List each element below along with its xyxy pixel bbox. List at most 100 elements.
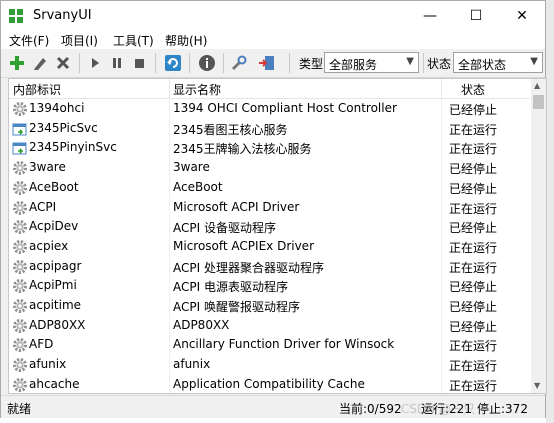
menu-bar: 文件(F) 项目(I) 工具(T) 帮助(H)	[1, 31, 545, 49]
gear-icon	[12, 239, 28, 255]
toolbar-separator	[423, 53, 424, 73]
cell-id: AcpiPmi	[29, 278, 77, 293]
watermark: CSDN @一只	[401, 402, 476, 416]
pause-icon[interactable]	[107, 53, 127, 73]
type-filter-label: 类型	[299, 57, 324, 71]
info-icon[interactable]	[197, 53, 217, 73]
menu-project[interactable]: 项目(I)	[61, 32, 98, 49]
table-row[interactable]: ACPI Microsoft ACPI Driver 正在运行	[9, 198, 530, 218]
tools-wrench-icon[interactable]	[229, 53, 249, 73]
cell-id: AFD	[29, 337, 54, 352]
gear-icon	[12, 278, 28, 294]
app-icon	[9, 9, 24, 24]
cell-id: 3ware	[29, 160, 66, 175]
type-filter-select[interactable]: 全部服务 ▼	[324, 52, 419, 73]
exit-door-icon[interactable]	[257, 53, 277, 73]
cell-name: AceBoot	[173, 179, 223, 194]
status-stopped: 停止:372	[477, 402, 528, 416]
column-header-name[interactable]: 显示名称	[173, 81, 221, 98]
cell-id: 2345PinyinSvc	[29, 140, 117, 155]
toolbar-separator	[223, 53, 224, 73]
toolbar-separator	[189, 53, 190, 73]
cell-status: 已经停止	[449, 221, 498, 236]
close-button[interactable]: ✕	[499, 1, 545, 31]
cell-status: 正在运行	[449, 378, 498, 393]
status-ready: 就绪	[7, 402, 32, 416]
cell-status: 正在运行	[449, 122, 498, 137]
scroll-up-icon[interactable]: ▲	[534, 81, 540, 90]
status-filter-select[interactable]: 全部状态 ▼	[453, 52, 543, 73]
table-row[interactable]: 2345PicSvc 2345看图王核心服务 正在运行	[9, 119, 530, 139]
table-row[interactable]: afunix afunix 正在运行	[9, 355, 530, 375]
chevron-down-icon: ▼	[530, 56, 538, 67]
cell-name: Microsoft ACPIEx Driver	[173, 238, 314, 253]
list-header: 内部标识 显示名称 状态	[9, 79, 530, 99]
start-icon[interactable]	[85, 53, 105, 73]
column-divider[interactable]	[169, 79, 170, 98]
cell-id: acpipagr	[29, 258, 82, 273]
window-title: SrvanyUI	[33, 8, 92, 23]
cell-status: 已经停止	[449, 103, 498, 117]
table-row[interactable]: AcpiPmi ACPI 电源表驱动程序 已经停止	[9, 276, 530, 296]
menu-help[interactable]: 帮助(H)	[165, 32, 207, 49]
cell-status: 正在运行	[449, 201, 498, 216]
column-divider[interactable]	[441, 79, 442, 98]
cell-status: 正在运行	[449, 240, 498, 255]
table-row[interactable]: 3ware 3ware 已经停止	[9, 158, 530, 178]
cell-name: ACPI 设备驱动程序	[173, 221, 276, 236]
column-header-id[interactable]: 内部标识	[13, 81, 61, 98]
column-header-status[interactable]: 状态	[461, 81, 485, 98]
table-row[interactable]: AFD Ancillary Function Driver for Winsock…	[9, 335, 530, 355]
type-filter-value: 全部服务	[329, 58, 378, 72]
cell-status: 已经停止	[449, 300, 498, 314]
gear-icon	[12, 180, 28, 196]
cell-id: acpiex	[29, 238, 69, 253]
stop-icon[interactable]	[129, 53, 149, 73]
table-row[interactable]: ahcache Application Compatibility Cache 正在…	[9, 375, 530, 393]
gear-icon	[12, 259, 28, 275]
maximize-button[interactable]: ☐	[453, 1, 499, 31]
vertical-scrollbar[interactable]: ▲ ▼	[531, 79, 546, 393]
cell-name: Application Compatibility Cache	[173, 376, 365, 391]
menu-file[interactable]: 文件(F)	[9, 32, 49, 49]
edit-pencil-icon[interactable]	[30, 53, 50, 73]
cell-name: 2345王牌输入法核心服务	[173, 142, 312, 157]
cell-status: 已经停止	[449, 181, 498, 196]
scrollbar-thumb[interactable]	[533, 95, 544, 109]
scroll-down-icon[interactable]: ▼	[534, 381, 540, 390]
add-icon[interactable]	[7, 53, 27, 73]
app-window: SrvanyUI — ☐ ✕ 文件(F) 项目(I) 工具(T) 帮助(H) 类…	[0, 0, 547, 418]
table-row[interactable]: acpiex Microsoft ACPIEx Driver 正在运行	[9, 237, 530, 257]
table-row[interactable]: AceBoot AceBoot 已经停止	[9, 178, 530, 198]
cell-name: Microsoft ACPI Driver	[173, 199, 300, 214]
cell-name: afunix	[173, 357, 211, 372]
table-row[interactable]: acpipagr ACPI 处理器聚合器驱动程序 正在运行	[9, 257, 530, 277]
gear-icon	[12, 318, 28, 334]
cell-status: 正在运行	[449, 260, 498, 275]
toolbar-separator	[155, 53, 156, 73]
cell-status: 正在运行	[449, 339, 498, 354]
cell-id: afunix	[29, 357, 67, 372]
refresh-icon[interactable]	[163, 53, 183, 73]
table-row[interactable]: 1394ohci 1394 OHCI Compliant Host Control…	[9, 99, 530, 119]
cell-status: 正在运行	[449, 142, 498, 157]
cell-name: ACPI 处理器聚合器驱动程序	[173, 260, 324, 275]
menu-tools[interactable]: 工具(T)	[113, 32, 154, 49]
cell-id: 2345PicSvc	[29, 120, 98, 135]
cell-name: 2345看图王核心服务	[173, 122, 288, 137]
cell-id: acpitime	[29, 298, 82, 312]
minimize-button[interactable]: —	[407, 1, 453, 31]
service-app-icon	[12, 121, 28, 137]
table-row[interactable]: ADP80XX ADP80XX 已经停止	[9, 316, 530, 336]
table-row[interactable]: AcpiDev ACPI 设备驱动程序 已经停止	[9, 217, 530, 237]
gear-icon	[12, 219, 28, 235]
table-row[interactable]: 2345PinyinSvc 2345王牌输入法核心服务 正在运行	[9, 138, 530, 158]
cell-name: 1394 OHCI Compliant Host Controller	[173, 101, 397, 115]
status-current: 当前:0/592	[339, 402, 402, 416]
service-app-icon	[12, 140, 28, 156]
delete-icon[interactable]	[53, 53, 73, 73]
cell-name: Ancillary Function Driver for Winsock	[173, 337, 395, 352]
table-row[interactable]: acpitime ACPI 唤醒警报驱动程序 已经停止	[9, 296, 530, 316]
cell-id: ADP80XX	[29, 317, 86, 332]
cell-id: 1394ohci	[29, 101, 85, 115]
